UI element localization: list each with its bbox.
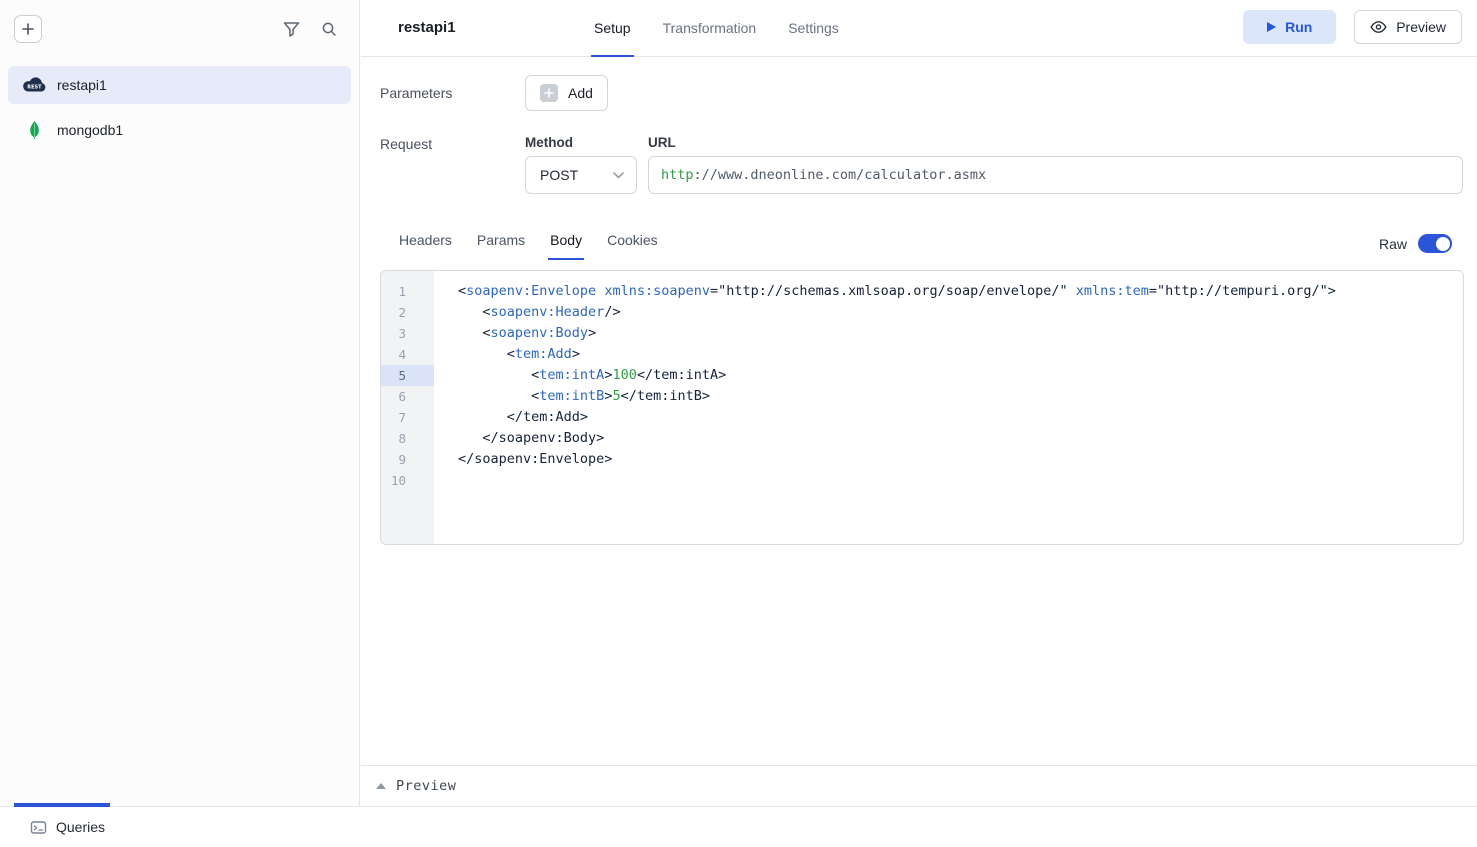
query-item-label: mongodb1: [57, 122, 123, 138]
tab-settings[interactable]: Settings: [785, 0, 842, 57]
parameters-row: Parameters Add: [380, 75, 608, 111]
chevron-up-icon: [376, 783, 386, 789]
toggle-knob: [1436, 237, 1450, 251]
url-label: URL: [648, 135, 676, 150]
line-number: 2: [381, 302, 434, 323]
query-list-item-mongodb1[interactable]: mongodb1: [8, 111, 351, 149]
rest-api-icon: REST: [22, 77, 46, 93]
method-selected-value: POST: [540, 167, 578, 183]
line-number: 10: [381, 470, 434, 491]
preview-button[interactable]: Preview: [1354, 10, 1462, 44]
request-label: Request: [380, 136, 432, 152]
chevron-down-icon: [613, 172, 624, 179]
bottom-tab-queries[interactable]: Queries: [30, 819, 105, 836]
plus-icon: [540, 84, 558, 102]
query-list-item-restapi1[interactable]: REST restapi1: [8, 66, 351, 104]
code-line-content: <tem:intA>100</tem:intA>: [434, 365, 726, 386]
raw-toggle[interactable]: [1418, 234, 1452, 253]
bottom-bar: Queries: [0, 806, 1477, 847]
query-tabs: Setup Transformation Settings: [591, 0, 842, 57]
code-line-content: [434, 470, 458, 491]
code-line-content: </soapenv:Envelope>: [434, 449, 612, 470]
body-tab-headers[interactable]: Headers: [397, 222, 454, 260]
tab-transformation[interactable]: Transformation: [660, 0, 760, 57]
run-button-label: Run: [1285, 19, 1312, 35]
line-number: 8: [381, 428, 434, 449]
svg-text:REST: REST: [27, 84, 42, 90]
queries-icon: [30, 819, 47, 836]
line-number: 4: [381, 344, 434, 365]
preview-button-label: Preview: [1396, 19, 1446, 35]
code-line-content: <soapenv:Body>: [434, 323, 596, 344]
code-line-2[interactable]: 2 <soapenv:Header/>: [381, 302, 1463, 323]
body-tab-body[interactable]: Body: [548, 222, 584, 260]
active-tab-indicator: [14, 803, 110, 807]
query-list: REST restapi1 mongodb1: [0, 58, 359, 164]
line-number: 1: [381, 281, 434, 302]
code-line-content: </soapenv:Body>: [434, 428, 604, 449]
add-parameter-label: Add: [568, 85, 593, 101]
code-line-7[interactable]: 7 </tem:Add>: [381, 407, 1463, 428]
line-number: 6: [381, 386, 434, 407]
code-line-content: <tem:intB>5</tem:intB>: [434, 386, 710, 407]
raw-label: Raw: [1379, 236, 1407, 252]
app-root: REST restapi1 mongodb1 restapi1 Setup Trans…: [0, 0, 1477, 847]
play-icon: [1267, 22, 1276, 32]
code-line-10[interactable]: 10: [381, 470, 1463, 491]
code-line-content: <soapenv:Envelope xmlns:soapenv="http://…: [434, 281, 1336, 302]
eye-icon: [1370, 20, 1387, 34]
add-parameter-button[interactable]: Add: [525, 75, 608, 111]
method-label: Method: [525, 135, 573, 150]
sidebar-toolbar: [0, 0, 359, 58]
raw-toggle-group: Raw: [1379, 234, 1452, 253]
line-number: 5: [381, 365, 434, 386]
sidebar-toolbar-icons: [283, 21, 337, 37]
filter-icon[interactable]: [283, 21, 300, 37]
query-item-label: restapi1: [57, 77, 107, 93]
code-line-content: <soapenv:Header/>: [434, 302, 621, 323]
header-actions: Run Preview: [1243, 10, 1462, 44]
code-line-content: <tem:Add>: [434, 344, 580, 365]
code-line-9[interactable]: 9</soapenv:Envelope>: [381, 449, 1463, 470]
url-input[interactable]: http://www.dneonline.com/calculator.asmx: [648, 156, 1463, 194]
line-number: 3: [381, 323, 434, 344]
run-button[interactable]: Run: [1243, 10, 1336, 44]
main-panel: restapi1 Setup Transformation Settings Run…: [361, 0, 1477, 806]
code-line-6[interactable]: 6 <tem:intB>5</tem:intB>: [381, 386, 1463, 407]
preview-panel-label: Preview: [396, 778, 456, 794]
mongodb-icon: [22, 121, 46, 139]
sidebar: REST restapi1 mongodb1: [0, 0, 360, 806]
body-code-editor[interactable]: 1<soapenv:Envelope xmlns:soapenv="http:/…: [380, 270, 1464, 545]
code-line-8[interactable]: 8 </soapenv:Body>: [381, 428, 1463, 449]
parameters-label: Parameters: [380, 85, 525, 101]
body-tab-params[interactable]: Params: [475, 222, 527, 260]
plus-icon: [21, 22, 35, 36]
line-number: 9: [381, 449, 434, 470]
code-line-3[interactable]: 3 <soapenv:Body>: [381, 323, 1463, 344]
code-line-5[interactable]: 5 <tem:intA>100</tem:intA>: [381, 365, 1463, 386]
query-header: restapi1 Setup Transformation Settings Run…: [361, 0, 1477, 57]
body-tab-cookies[interactable]: Cookies: [605, 222, 660, 260]
line-number: 7: [381, 407, 434, 428]
preview-panel-toggle[interactable]: Preview: [361, 765, 1477, 806]
new-query-button[interactable]: [14, 15, 42, 43]
tab-setup[interactable]: Setup: [591, 0, 634, 57]
code-line-1[interactable]: 1<soapenv:Envelope xmlns:soapenv="http:/…: [381, 281, 1463, 302]
bottom-tab-queries-label: Queries: [56, 819, 105, 835]
code-line-content: </tem:Add>: [434, 407, 588, 428]
query-title: restapi1: [398, 19, 456, 36]
request-body-tabs: Headers Params Body Cookies: [397, 222, 660, 260]
code-line-4[interactable]: 4 <tem:Add>: [381, 344, 1463, 365]
method-select[interactable]: POST: [525, 156, 637, 194]
search-icon[interactable]: [321, 21, 337, 37]
